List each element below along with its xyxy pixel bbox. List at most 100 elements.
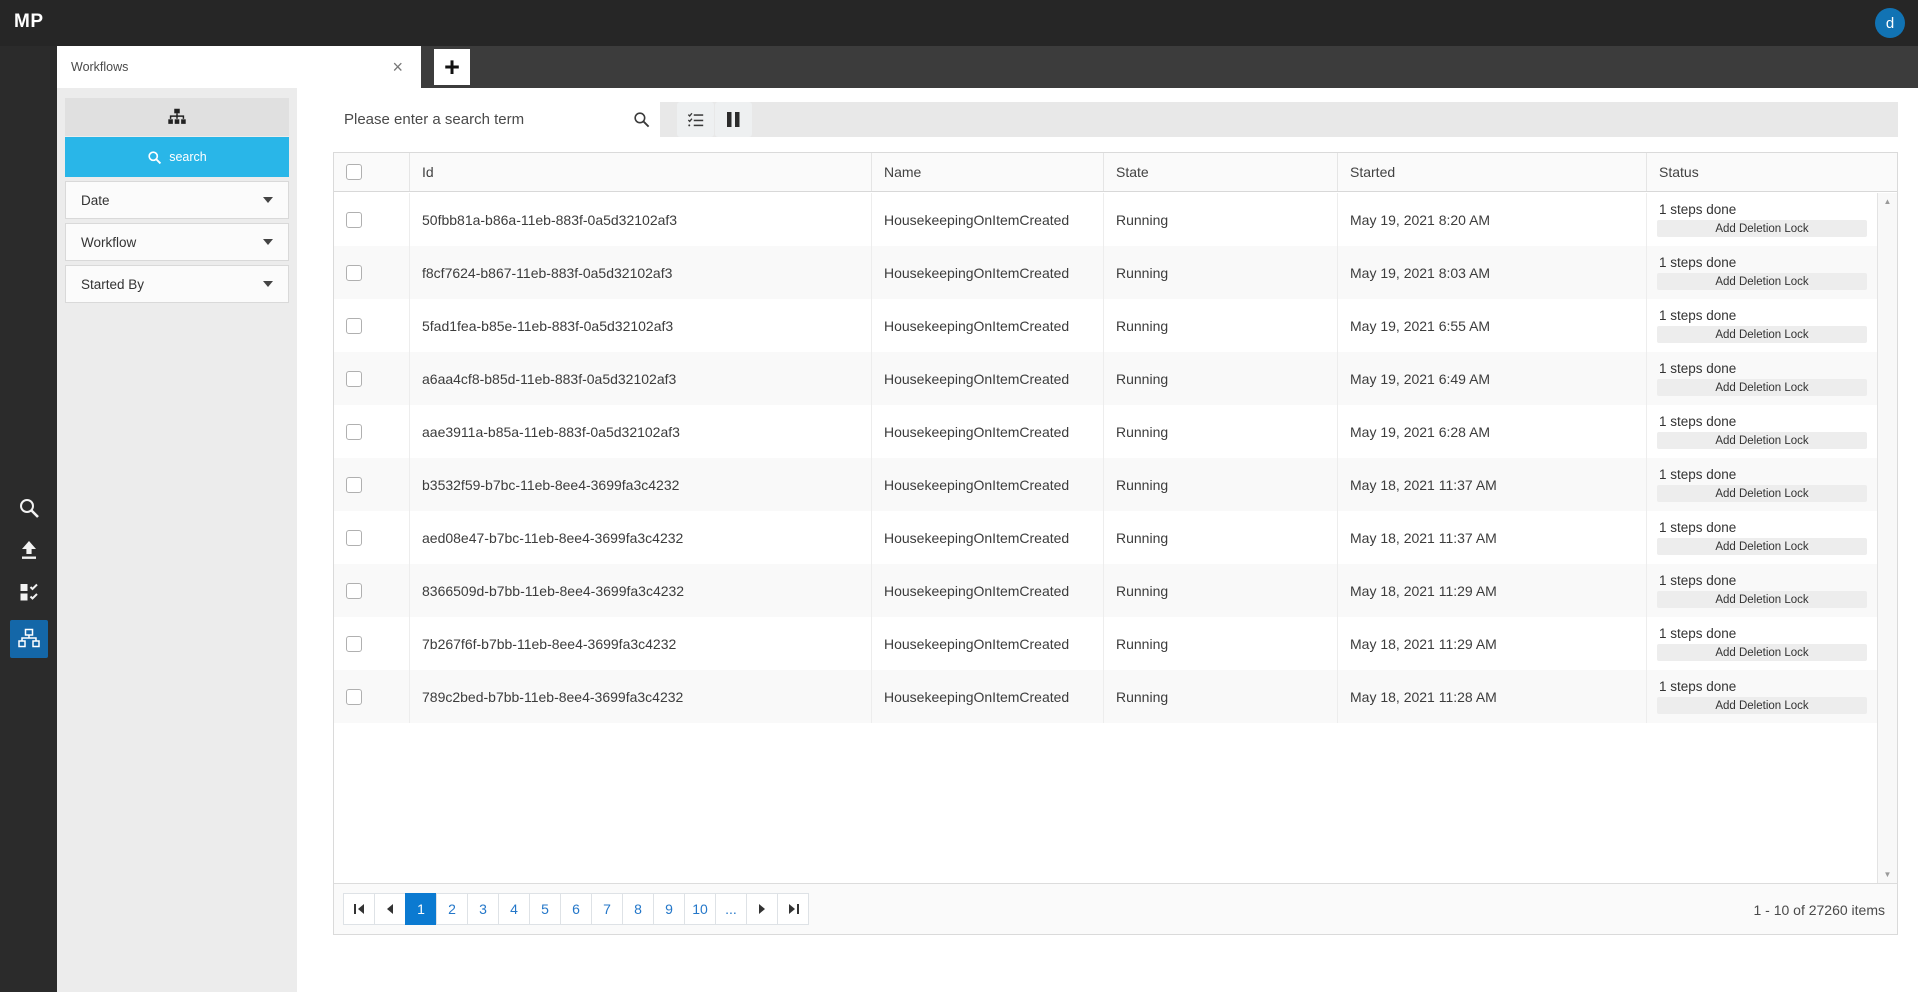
column-header-started[interactable]: Started (1337, 153, 1646, 191)
add-deletion-lock-button[interactable]: Add Deletion Lock (1657, 432, 1867, 449)
row-checkbox[interactable] (346, 264, 362, 281)
top-bar: MP d (0, 0, 1918, 46)
cell-id: 5fad1fea-b85e-11eb-883f-0a5d32102af3 (409, 299, 871, 352)
status-text: 1 steps done (1659, 202, 1737, 217)
nav-search[interactable] (10, 494, 48, 522)
table-row[interactable]: a6aa4cf8-b85d-11eb-883f-0a5d32102af3 Hou… (334, 352, 1877, 405)
main-content: Id Name State Started Status 50fbb81a-b8… (297, 88, 1918, 992)
row-checkbox[interactable] (346, 317, 362, 334)
row-select-cell (334, 193, 409, 246)
row-checkbox[interactable] (346, 635, 362, 652)
first-page-icon (353, 904, 365, 914)
scroll-up-icon[interactable]: ▲ (1878, 197, 1897, 206)
column-header-id[interactable]: Id (409, 153, 871, 191)
table-row[interactable]: aae3911a-b85a-11eb-883f-0a5d32102af3 Hou… (334, 405, 1877, 458)
page-number-button[interactable]: 9 (653, 893, 685, 925)
accordion-label: Started By (81, 276, 145, 292)
search-input[interactable] (333, 102, 660, 137)
search-button[interactable]: search (65, 137, 289, 177)
nav-workflows[interactable] (9, 620, 48, 658)
table-row[interactable]: b3532f59-b7bc-11eb-8ee4-3699fa3c4232 Hou… (334, 458, 1877, 511)
add-deletion-lock-button[interactable]: Add Deletion Lock (1657, 379, 1867, 396)
cell-status: 1 steps done Add Deletion Lock (1646, 246, 1877, 299)
add-deletion-lock-button[interactable]: Add Deletion Lock (1657, 273, 1867, 290)
search-button-label: search (169, 150, 207, 164)
pause-button[interactable] (715, 102, 752, 137)
cell-id: 8366509d-b7bb-11eb-8ee4-3699fa3c4232 (409, 564, 871, 617)
select-all-checkbox[interactable] (346, 164, 362, 180)
table-row[interactable]: 50fbb81a-b86a-11eb-883f-0a5d32102af3 Hou… (334, 193, 1877, 246)
accordion-workflow[interactable]: Workflow (65, 223, 289, 261)
cell-name: HousekeepingOnItemCreated (871, 193, 1103, 246)
next-page-button[interactable] (746, 893, 778, 925)
cell-started: May 18, 2021 11:37 AM (1337, 511, 1646, 564)
row-select-cell (334, 458, 409, 511)
first-page-button[interactable] (343, 893, 375, 925)
column-chooser-button[interactable] (677, 102, 714, 137)
nav-checklist[interactable] (10, 578, 48, 606)
prev-page-button[interactable] (374, 893, 406, 925)
pager-buttons: 1 2 3 4 5 6 7 8 9 10... (343, 893, 809, 925)
column-header-state[interactable]: State (1103, 153, 1337, 191)
add-deletion-lock-button[interactable]: Add Deletion Lock (1657, 538, 1867, 555)
tab-workflows[interactable]: Workflows × (57, 46, 421, 88)
table-row[interactable]: 789c2bed-b7bb-11eb-8ee4-3699fa3c4232 Hou… (334, 670, 1877, 723)
page-number-button[interactable]: 10 (684, 893, 716, 925)
page-number-button[interactable]: 1 (405, 893, 437, 925)
column-header-status[interactable]: Status (1646, 153, 1897, 191)
page-number-button[interactable]: ... (715, 893, 747, 925)
table-row[interactable]: aed08e47-b7bc-11eb-8ee4-3699fa3c4232 Hou… (334, 511, 1877, 564)
last-page-button[interactable] (777, 893, 809, 925)
add-deletion-lock-button[interactable]: Add Deletion Lock (1657, 644, 1867, 661)
row-checkbox[interactable] (346, 688, 362, 705)
add-deletion-lock-button[interactable]: Add Deletion Lock (1657, 591, 1867, 608)
row-checkbox[interactable] (346, 582, 362, 599)
status-text: 1 steps done (1659, 679, 1737, 694)
status-text: 1 steps done (1659, 626, 1737, 641)
page-number-button[interactable]: 2 (436, 893, 468, 925)
table-row[interactable]: f8cf7624-b867-11eb-883f-0a5d32102af3 Hou… (334, 246, 1877, 299)
add-deletion-lock-button[interactable]: Add Deletion Lock (1657, 326, 1867, 343)
nav-upload[interactable] (10, 536, 48, 564)
row-checkbox[interactable] (346, 529, 362, 546)
user-avatar[interactable]: d (1875, 8, 1905, 38)
page-number-button[interactable]: 3 (467, 893, 499, 925)
cell-id: 50fbb81a-b86a-11eb-883f-0a5d32102af3 (409, 193, 871, 246)
chevron-down-icon (263, 197, 273, 203)
row-checkbox[interactable] (346, 476, 362, 493)
cell-started: May 18, 2021 11:29 AM (1337, 564, 1646, 617)
table-row[interactable]: 8366509d-b7bb-11eb-8ee4-3699fa3c4232 Hou… (334, 564, 1877, 617)
workflows-grid: Id Name State Started Status 50fbb81a-b8… (333, 152, 1898, 935)
status-text: 1 steps done (1659, 467, 1737, 482)
page-number-button[interactable]: 8 (622, 893, 654, 925)
row-select-cell (334, 511, 409, 564)
cell-status: 1 steps done Add Deletion Lock (1646, 458, 1877, 511)
search-icon[interactable] (632, 110, 651, 129)
search-icon (17, 496, 41, 520)
column-header-name[interactable]: Name (871, 153, 1103, 191)
table-row[interactable]: 7b267f6f-b7bb-11eb-8ee4-3699fa3c4232 Hou… (334, 617, 1877, 670)
row-checkbox[interactable] (346, 211, 362, 228)
cell-state: Running (1103, 246, 1337, 299)
add-deletion-lock-button[interactable]: Add Deletion Lock (1657, 220, 1867, 237)
row-checkbox[interactable] (346, 370, 362, 387)
scroll-down-icon[interactable]: ▼ (1878, 870, 1897, 879)
add-deletion-lock-button[interactable]: Add Deletion Lock (1657, 697, 1867, 714)
accordion-date[interactable]: Date (65, 181, 289, 219)
page-number-button[interactable]: 6 (560, 893, 592, 925)
accordion-started-by[interactable]: Started By (65, 265, 289, 303)
page-number-button[interactable]: 5 (529, 893, 561, 925)
page-number-button[interactable]: 4 (498, 893, 530, 925)
cell-started: May 18, 2021 11:37 AM (1337, 458, 1646, 511)
chevron-down-icon (263, 281, 273, 287)
cell-status: 1 steps done Add Deletion Lock (1646, 352, 1877, 405)
cell-name: HousekeepingOnItemCreated (871, 511, 1103, 564)
hierarchy-button[interactable] (65, 98, 289, 136)
close-icon[interactable]: × (388, 58, 407, 76)
new-tab-button[interactable]: + (434, 49, 470, 85)
row-checkbox[interactable] (346, 423, 362, 440)
page-number-button[interactable]: 7 (591, 893, 623, 925)
add-deletion-lock-button[interactable]: Add Deletion Lock (1657, 485, 1867, 502)
vertical-scrollbar[interactable]: ▲ ▼ (1877, 193, 1897, 883)
table-row[interactable]: 5fad1fea-b85e-11eb-883f-0a5d32102af3 Hou… (334, 299, 1877, 352)
